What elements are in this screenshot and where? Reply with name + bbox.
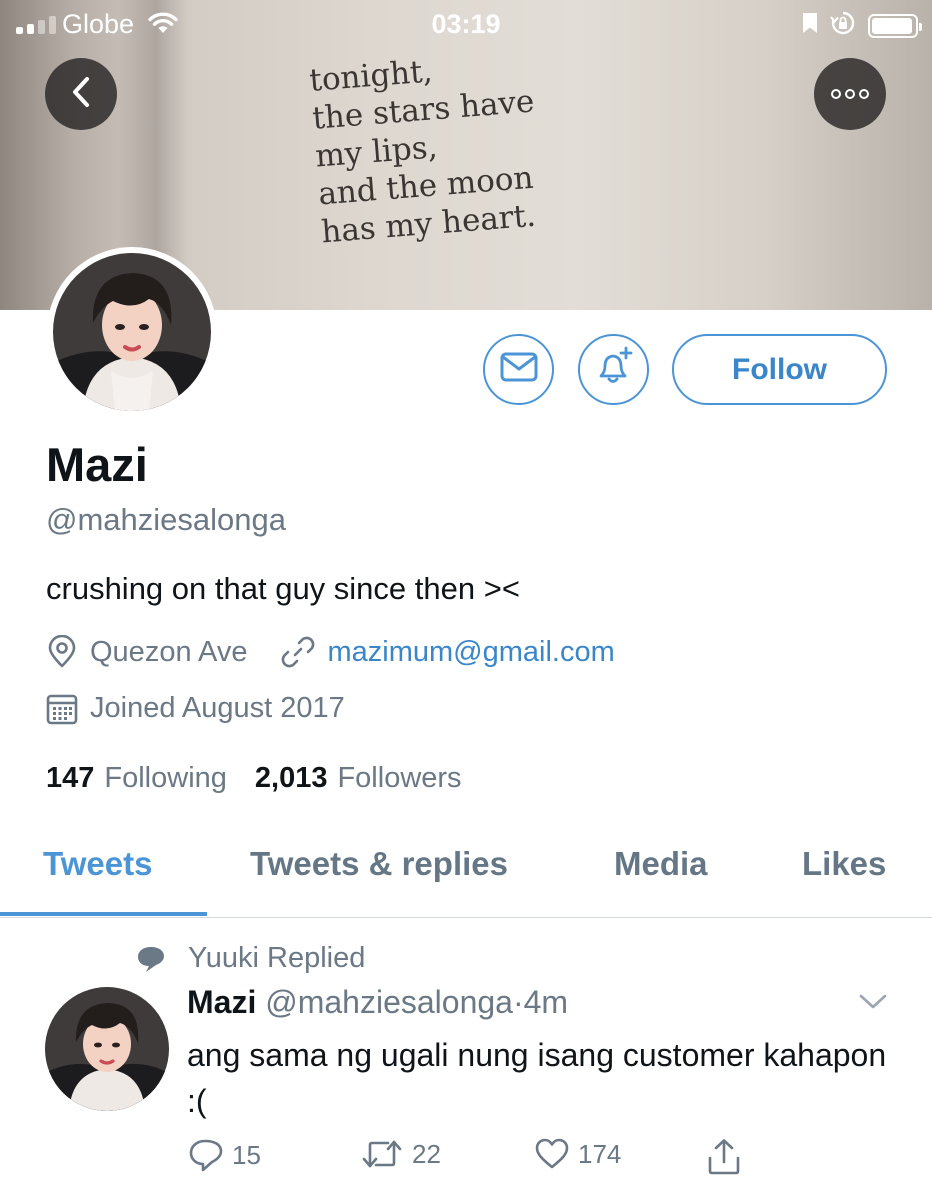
battery-icon [868, 13, 922, 38]
clock: 03:19 [431, 9, 501, 39]
tweet-text: ang sama ng ugali nung isang customer ka… [187, 1037, 887, 1119]
bookmark-icon [802, 12, 818, 39]
avatar-image [53, 253, 211, 411]
follow-counts: 147 Following 2,013 Followers [46, 762, 462, 795]
profile-website-link[interactable]: mazimum@gmail.com [327, 636, 614, 669]
profile-avatar[interactable] [47, 247, 217, 417]
profile-handle: @mahziesalonga [46, 502, 286, 537]
retweet-icon [360, 1138, 404, 1170]
active-tab-indicator [0, 912, 207, 916]
message-button[interactable] [483, 334, 554, 405]
tab-likes[interactable]: Likes [802, 845, 886, 883]
tweet-avatar[interactable] [45, 987, 169, 1111]
followers-count: 2,013 [254, 762, 328, 794]
following-link[interactable]: 147 Following [46, 762, 227, 795]
reply-button[interactable]: 15 [188, 1138, 261, 1172]
more-dots-icon [831, 89, 869, 99]
like-count: 174 [578, 1138, 622, 1169]
tweet-context-text: Yuuki Replied [188, 942, 366, 974]
back-button[interactable] [45, 58, 117, 130]
reply-count: 15 [232, 1139, 261, 1170]
retweet-button[interactable]: 22 [360, 1138, 441, 1170]
tab-media[interactable]: Media [614, 845, 708, 883]
tweet-context: Yuuki Replied [136, 942, 365, 975]
tweet-author-name[interactable]: Mazi [187, 984, 256, 1020]
profile-location: Quezon Ave [90, 635, 248, 668]
share-button[interactable] [706, 1138, 750, 1176]
profile-name: Mazi [46, 438, 148, 491]
like-button[interactable]: 174 [534, 1138, 621, 1170]
tweet-header: Mazi @mahziesalonga·4m [187, 984, 568, 1021]
following-label: Following [104, 762, 227, 794]
calendar-icon [46, 693, 78, 725]
followers-label: Followers [337, 762, 462, 794]
location-pin-icon [46, 635, 78, 669]
envelope-icon [500, 352, 538, 387]
reply-icon [188, 1138, 224, 1172]
status-bar: Globe 03:19 [0, 0, 932, 48]
profile-joined-row: Joined August 2017 [46, 692, 345, 725]
profile-meta-row: Quezon Ave mazimum@gmail.com [46, 635, 615, 669]
tab-tweets[interactable]: Tweets [43, 845, 152, 883]
notifications-button[interactable] [578, 334, 649, 405]
tab-tweets-replies[interactable]: Tweets & replies [250, 845, 508, 883]
tweet-author-handle: @mahziesalonga [265, 984, 513, 1020]
followers-link[interactable]: 2,013 Followers [255, 762, 462, 795]
bell-plus-icon [593, 346, 635, 393]
chevron-down-icon[interactable] [858, 992, 888, 1017]
follow-button[interactable]: Follow [672, 334, 887, 405]
more-options-button[interactable] [814, 58, 886, 130]
retweet-count: 22 [412, 1138, 441, 1169]
tweet-separator: · [512, 984, 524, 1020]
banner-poem: tonight, the stars have my lips, and the… [308, 36, 652, 251]
profile-joined-date: Joined August 2017 [90, 692, 345, 724]
speech-bubble-icon [136, 945, 188, 973]
heart-icon [534, 1138, 570, 1170]
link-icon [281, 635, 315, 669]
chevron-left-icon [68, 75, 94, 114]
tweet-actions: 15 22 174 [188, 1138, 748, 1182]
following-count: 147 [46, 762, 95, 794]
profile-bio: crushing on that guy since then >< [46, 571, 520, 606]
rotation-lock-icon [830, 10, 856, 41]
tweet-timestamp: 4m [523, 984, 569, 1020]
share-icon [706, 1138, 742, 1176]
profile-tabs: Tweets Tweets & replies Media Likes [0, 840, 932, 918]
